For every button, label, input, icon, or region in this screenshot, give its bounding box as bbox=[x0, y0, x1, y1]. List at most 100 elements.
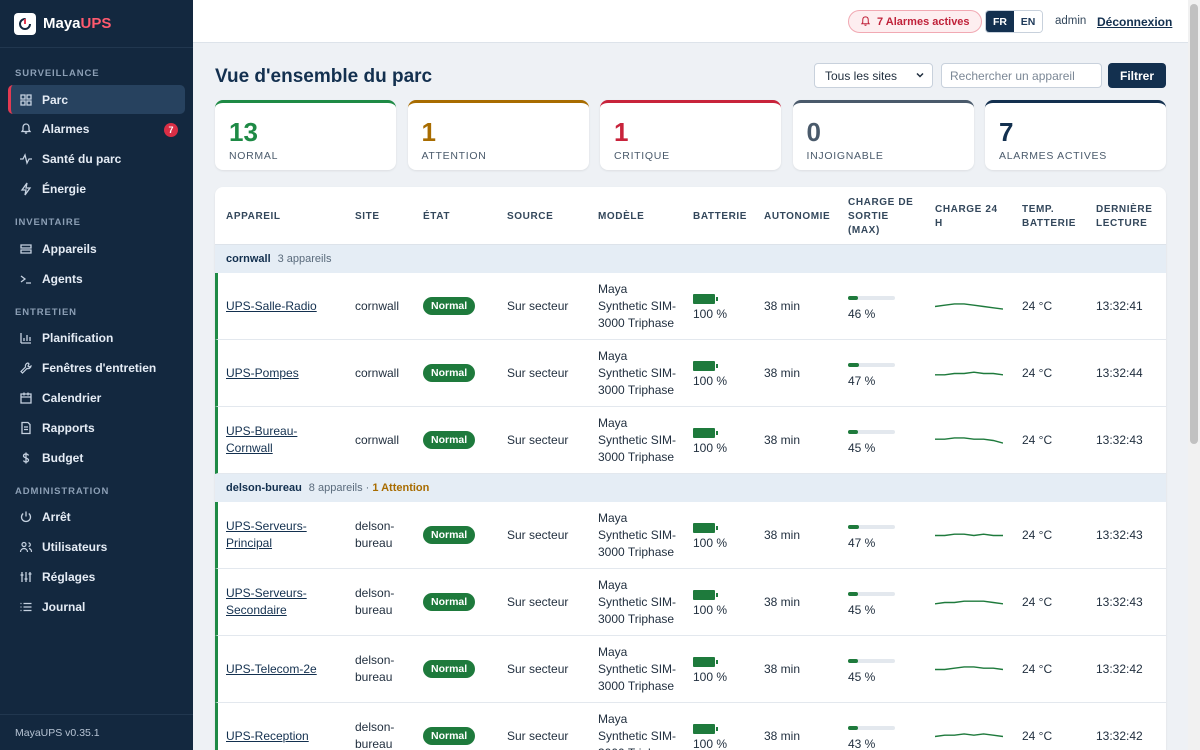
summary-card-normal[interactable]: 13 NORMAL bbox=[215, 100, 396, 170]
col-last-reading[interactable]: DERNIÈRE LECTURE bbox=[1096, 203, 1152, 231]
sidebar-item-reglages[interactable]: Réglages bbox=[8, 562, 185, 591]
site-select[interactable]: Tous les sites bbox=[814, 63, 933, 88]
device-name-link[interactable]: UPS-Bureau- Cornwall bbox=[226, 423, 297, 457]
sidebar-item-rapports[interactable]: Rapports bbox=[8, 413, 185, 442]
device-site-line: bureau bbox=[355, 536, 393, 550]
battery-temperature: 24 °C bbox=[1022, 299, 1053, 313]
sidebar-item-energie[interactable]: Énergie bbox=[8, 174, 185, 203]
table-row[interactable]: UPS-Serveurs- Secondaire delson-bureau Norm… bbox=[215, 569, 1166, 636]
col-source[interactable]: SOURCE bbox=[507, 210, 553, 224]
page-scrollbar[interactable] bbox=[1188, 0, 1200, 750]
device-model: Maya Synthetic SIM- 3000 Triphase bbox=[598, 577, 676, 628]
device-site: cornwall bbox=[355, 365, 399, 382]
device-site: delson-bureau bbox=[355, 652, 394, 686]
col-load-24h-line: H bbox=[935, 218, 943, 229]
sidebar-item-planification[interactable]: Planification bbox=[8, 324, 185, 353]
table-row[interactable]: UPS-Salle-Radio cornwall Normal Sur secteur… bbox=[215, 273, 1166, 340]
card-label: CRITIQUE bbox=[614, 150, 670, 162]
power-source: Sur secteur bbox=[507, 729, 569, 743]
table-row[interactable]: UPS-Serveurs- Principal delson-bureau Norma… bbox=[215, 502, 1166, 569]
terminal-icon bbox=[18, 271, 33, 286]
active-alarms-button[interactable]: 7 Alarmes actives bbox=[848, 10, 982, 33]
battery-level: 100 % bbox=[693, 374, 728, 388]
device-site-line: delson- bbox=[355, 519, 395, 533]
battery-level: 100 % bbox=[693, 603, 728, 617]
sidebar-item-calendrier[interactable]: Calendrier bbox=[8, 383, 185, 412]
sidebar-item-parc[interactable]: Parc bbox=[8, 85, 185, 114]
table-row[interactable]: UPS-Telecom-2e delson-bureau Normal Sur sec… bbox=[215, 636, 1166, 703]
table-row[interactable]: UPS-Bureau- Cornwall cornwall Normal Sur sec… bbox=[215, 407, 1166, 474]
col-battery-temp-line: TEMP. bbox=[1022, 204, 1055, 215]
power-source: Sur secteur bbox=[507, 433, 569, 447]
sidebar-item-agents[interactable]: Agents bbox=[8, 264, 185, 293]
sidebar-item-label: Appareils bbox=[42, 241, 97, 256]
card-label: ALARMES ACTIVES bbox=[999, 150, 1107, 162]
site-group-row[interactable]: cornwall 3 appareils bbox=[215, 245, 1166, 273]
chart-icon bbox=[18, 331, 33, 346]
site-group-row[interactable]: delson-bureau 8 appareils · 1 Attention bbox=[215, 474, 1166, 502]
sidebar-item-alarmes[interactable]: Alarmes 7 bbox=[8, 115, 185, 144]
battery-autonomy: 38 min bbox=[764, 729, 801, 743]
last-reading-time: 13:32:42 bbox=[1096, 729, 1143, 743]
sliders-icon bbox=[18, 569, 33, 584]
device-name-link[interactable]: UPS-Telecom-2e bbox=[226, 661, 317, 678]
card-value: 1 bbox=[421, 117, 436, 147]
device-model-line: Synthetic SIM- bbox=[598, 528, 677, 542]
summary-card-attention[interactable]: 1 ATTENTION bbox=[407, 100, 589, 170]
sidebar-item-budget[interactable]: Budget bbox=[8, 443, 185, 472]
bell-icon bbox=[18, 122, 33, 137]
summary-card-critique[interactable]: 1 CRITIQUE bbox=[600, 100, 781, 170]
brand[interactable]: MayaUPS bbox=[0, 0, 193, 48]
table-row[interactable]: UPS-Reception delson-bureau Normal Sur sect… bbox=[215, 703, 1166, 750]
battery-icon bbox=[693, 590, 718, 600]
summary-card-injoignable[interactable]: 0 INJOIGNABLE bbox=[792, 100, 974, 170]
sidebar-item-label: Réglages bbox=[42, 569, 96, 584]
table-row[interactable]: UPS-Pompes cornwall Normal Sur secteur Maya S… bbox=[215, 340, 1166, 407]
col-battery[interactable]: BATTERIE bbox=[693, 210, 747, 224]
device-name-line: Secondaire bbox=[226, 603, 287, 617]
battery-autonomy: 38 min bbox=[764, 662, 801, 676]
logout-link[interactable]: Déconnexion bbox=[1097, 15, 1172, 29]
device-search-input[interactable] bbox=[941, 63, 1102, 88]
brand-name: MayaUPS bbox=[43, 15, 112, 32]
filter-button[interactable]: Filtrer bbox=[1108, 63, 1166, 88]
status-badge: Normal bbox=[423, 526, 476, 544]
battery-level: 100 % bbox=[693, 737, 728, 750]
summary-cards: 13 NORMAL 1 ATTENTION 1 CRITIQUE 0 INJOIGNABLE 7… bbox=[215, 100, 1166, 170]
device-model: Maya Synthetic SIM- 3000 Triphase bbox=[598, 415, 676, 466]
load-bar bbox=[848, 592, 895, 596]
lang-fr-button[interactable]: FR bbox=[986, 11, 1014, 32]
sidebar-item-sante-du-parc[interactable]: Santé du parc bbox=[8, 145, 185, 174]
col-device[interactable]: APPAREIL bbox=[226, 210, 281, 224]
device-name-link[interactable]: UPS-Serveurs- Secondaire bbox=[226, 585, 307, 619]
sidebar-item-journal[interactable]: Journal bbox=[8, 592, 185, 621]
scrollbar-thumb[interactable] bbox=[1190, 4, 1198, 444]
sidebar-item-fenetres-d-entretien[interactable]: Fenêtres d'entretien bbox=[8, 354, 185, 383]
col-state[interactable]: ÉTAT bbox=[423, 210, 450, 224]
device-name-line: UPS-Pompes bbox=[226, 366, 299, 380]
col-model[interactable]: MODÈLE bbox=[598, 210, 644, 224]
device-name-link[interactable]: UPS-Pompes bbox=[226, 365, 299, 382]
device-name-link[interactable]: UPS-Serveurs- Principal bbox=[226, 518, 307, 552]
lang-en-button[interactable]: EN bbox=[1014, 11, 1042, 32]
col-autonomy[interactable]: AUTONOMIE bbox=[764, 210, 830, 224]
load-bar bbox=[848, 430, 895, 434]
col-load-24h[interactable]: CHARGE 24 H bbox=[935, 203, 998, 231]
battery-level: 100 % bbox=[693, 307, 728, 321]
chevron-down-icon bbox=[916, 72, 924, 78]
device-model-line: Synthetic SIM- bbox=[598, 299, 677, 313]
load-bar bbox=[848, 363, 895, 367]
device-name-line: UPS-Serveurs- bbox=[226, 519, 307, 533]
device-model-line: 3000 Triphase bbox=[598, 545, 675, 559]
sidebar-item-arret[interactable]: Arrêt bbox=[8, 503, 185, 532]
battery-temperature: 24 °C bbox=[1022, 433, 1053, 447]
battery-temperature: 24 °C bbox=[1022, 662, 1053, 676]
summary-card-alarmes-actives[interactable]: 7 ALARMES ACTIVES bbox=[985, 100, 1166, 170]
sidebar-item-appareils[interactable]: Appareils bbox=[8, 234, 185, 263]
device-name-link[interactable]: UPS-Reception bbox=[226, 728, 309, 745]
device-name-link[interactable]: UPS-Salle-Radio bbox=[226, 298, 317, 315]
col-site[interactable]: SITE bbox=[355, 210, 380, 224]
col-battery-temp[interactable]: TEMP. BATTERIE bbox=[1022, 203, 1076, 231]
col-load-max[interactable]: CHARGE DE SORTIE (MAX) bbox=[848, 196, 913, 238]
sidebar-item-utilisateurs[interactable]: Utilisateurs bbox=[8, 533, 185, 562]
